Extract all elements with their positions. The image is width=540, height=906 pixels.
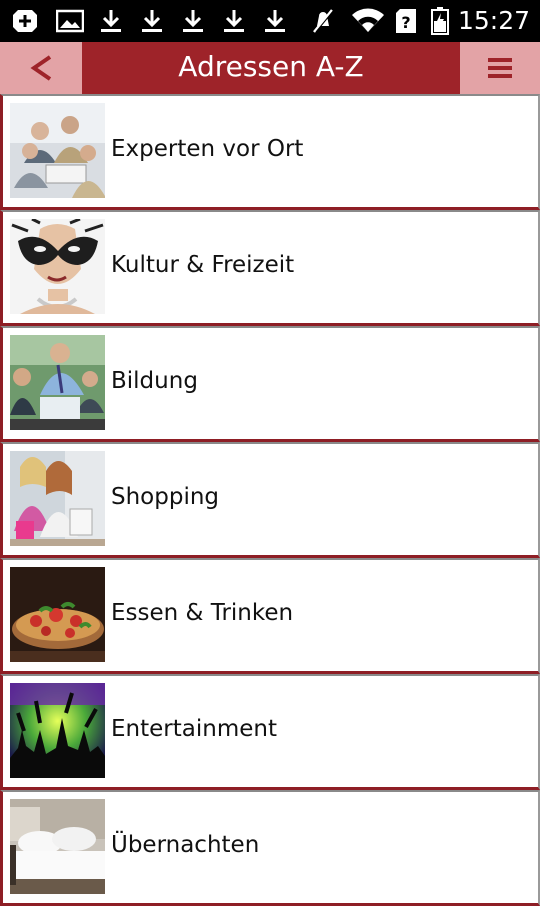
- shopping-women-photo: [10, 451, 105, 546]
- masquerade-mask-photo: [10, 219, 105, 314]
- category-label: Kultur & Freizeit: [111, 252, 295, 278]
- battery-charging-icon: [430, 7, 450, 35]
- mute-icon: [310, 9, 336, 33]
- hamburger-menu-icon: [488, 58, 512, 78]
- status-time: 15:27: [457, 6, 530, 35]
- category-label: Experten vor Ort: [111, 136, 304, 162]
- category-label: Entertainment: [111, 716, 277, 742]
- add-notification-icon: [10, 9, 40, 33]
- business-meeting-photo: [10, 103, 105, 198]
- download-icon: [98, 9, 124, 33]
- category-label: Essen & Trinken: [111, 600, 294, 626]
- category-item-bildung[interactable]: Bildung: [0, 326, 540, 442]
- download-icon: [262, 9, 288, 33]
- pizza-photo: [10, 567, 105, 662]
- category-label: Übernachten: [111, 832, 260, 858]
- page-title: Adressen A-Z: [178, 50, 364, 83]
- svg-text:?: ?: [401, 13, 410, 32]
- category-item-essen[interactable]: Essen & Trinken: [0, 558, 540, 674]
- category-label: Shopping: [111, 484, 220, 510]
- category-label: Bildung: [111, 368, 198, 394]
- category-item-experten[interactable]: Experten vor Ort: [0, 94, 540, 210]
- download-icon: [221, 9, 247, 33]
- category-item-shopping[interactable]: Shopping: [0, 442, 540, 558]
- classroom-photo: [10, 335, 105, 430]
- category-item-entertainment[interactable]: Entertainment: [0, 674, 540, 790]
- category-item-uebernachten[interactable]: Übernachten: [0, 790, 540, 906]
- wifi-icon: [350, 8, 386, 33]
- download-icon: [139, 9, 165, 33]
- app-bar: Adressen A-Z: [0, 42, 540, 94]
- image-icon: [55, 9, 85, 33]
- status-bar: ? 15:27: [0, 0, 540, 42]
- download-icon: [180, 9, 206, 33]
- category-item-kultur[interactable]: Kultur & Freizeit: [0, 210, 540, 326]
- chevron-left-icon: [30, 55, 52, 81]
- hotel-bed-photo: [10, 799, 105, 894]
- sim-unknown-icon: ?: [394, 9, 418, 33]
- concert-crowd-photo: [10, 683, 105, 778]
- back-button[interactable]: [0, 42, 82, 94]
- menu-button[interactable]: [460, 42, 540, 94]
